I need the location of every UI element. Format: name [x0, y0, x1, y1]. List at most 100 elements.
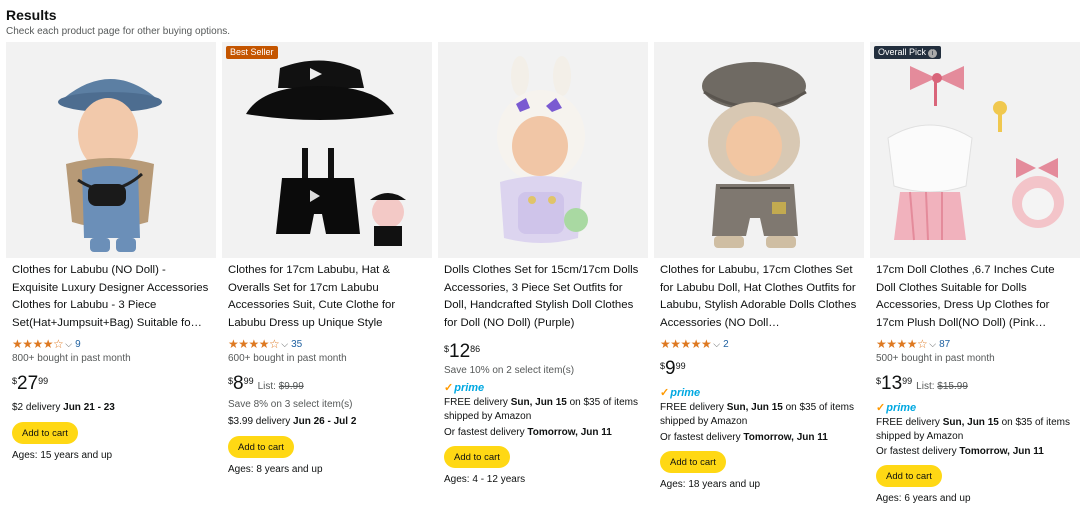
add-to-cart-button[interactable]: Add to cart — [660, 451, 726, 473]
age-range: Ages: 18 years and up — [660, 479, 761, 490]
fastest-date: Tomorrow, Jun 11 — [527, 427, 612, 438]
rating[interactable]: ★★★★☆ ⌵ 35 — [228, 337, 302, 351]
price[interactable]: $ 13 99 List: $15.99 — [876, 374, 968, 394]
free-delivery-date: Sun, Jun 15 — [510, 397, 567, 408]
price[interactable]: $ 9 99 — [660, 359, 686, 379]
add-to-cart-button[interactable]: Add to cart — [444, 446, 510, 468]
product-image[interactable] — [6, 42, 216, 258]
chevron-down-icon[interactable]: ⌵ — [281, 339, 288, 350]
fastest-date: Tomorrow, Jun 11 — [743, 432, 828, 443]
price-fraction: 99 — [675, 361, 686, 371]
rating-count[interactable]: 87 — [939, 339, 950, 350]
results-subtitle: Check each product page for other buying… — [6, 26, 231, 37]
price[interactable]: $ 27 99 — [12, 374, 48, 394]
product-card: Best Seller Clothes for 17cm Labubu, Hat… — [222, 42, 432, 520]
prime-badge: ✓prime — [876, 401, 916, 414]
chevron-down-icon[interactable]: ⌵ — [65, 339, 72, 350]
delivery-info: $2 delivery Jun 21 - 23 — [12, 401, 216, 415]
prime-check-icon: ✓ — [876, 402, 886, 414]
rating-count[interactable]: 2 — [723, 339, 729, 350]
star-icon: ★★★★☆ — [228, 337, 280, 351]
prime-label: prime — [454, 382, 485, 394]
list-label: List: — [916, 381, 938, 392]
price-fraction: 99 — [38, 376, 49, 386]
delivery-date: Jun 26 - Jul 2 — [293, 416, 357, 427]
product-image[interactable] — [438, 42, 648, 258]
prime-badge: ✓prime — [444, 381, 484, 394]
free-delivery-prefix: FREE delivery — [876, 417, 943, 428]
add-to-cart-button[interactable]: Add to cart — [228, 436, 294, 458]
bought-count: 800+ bought in past month — [12, 353, 131, 364]
star-icon: ★★★★★ — [660, 337, 712, 351]
bought-count: 500+ bought in past month — [876, 353, 995, 364]
add-to-cart-button[interactable]: Add to cart — [876, 465, 942, 487]
free-delivery-prefix: FREE delivery — [660, 402, 727, 413]
product-card: Dolls Clothes Set for 15cm/17cm Dolls Ac… — [438, 42, 648, 520]
price[interactable]: $ 12 86 — [444, 342, 480, 362]
bought-count: 600+ bought in past month — [228, 353, 347, 364]
list-label: List: — [257, 381, 279, 392]
product-title[interactable]: Clothes for Labubu, 17cm Clothes Set for… — [660, 262, 860, 333]
price-whole: 12 — [449, 341, 471, 362]
star-icon: ★★★★☆ — [12, 337, 64, 351]
product-card: Clothes for Labubu (NO Doll) - Exquisite… — [6, 42, 216, 520]
add-to-cart-button[interactable]: Add to cart — [12, 422, 78, 444]
fastest-prefix: Or fastest delivery — [660, 432, 744, 443]
info-icon[interactable]: i — [928, 49, 938, 58]
price[interactable]: $ 8 99 List: $9.99 — [228, 374, 304, 394]
product-title[interactable]: Clothes for Labubu (NO Doll) - Exquisite… — [12, 262, 212, 333]
rating-count[interactable]: 35 — [291, 339, 302, 350]
age-range: Ages: 6 years and up — [876, 493, 971, 504]
product-card: Overall Pick i 17cm Doll Clothes ,6.7 Inc… — [870, 42, 1080, 520]
results-header: Results Check each product page for othe… — [6, 6, 230, 37]
prime-label: prime — [670, 387, 701, 399]
age-range: Ages: 8 years and up — [228, 464, 323, 475]
price-fraction: 99 — [243, 376, 254, 386]
save-text: Save 8% on 3 select item(s) — [228, 399, 353, 410]
price-fraction: 99 — [902, 376, 913, 386]
age-range: Ages: 15 years and up — [12, 450, 113, 461]
fastest-date: Tomorrow, Jun 11 — [959, 446, 1044, 457]
rating-count[interactable]: 9 — [75, 339, 81, 350]
delivery-prefix: $2 delivery — [12, 402, 64, 413]
fastest-delivery-info: Or fastest delivery Tomorrow, Jun 11 — [876, 445, 1080, 459]
prime-label: prime — [886, 402, 917, 414]
free-delivery-date: Sun, Jun 15 — [942, 417, 999, 428]
prime-check-icon: ✓ — [660, 387, 670, 399]
free-delivery-prefix: FREE delivery — [444, 397, 511, 408]
free-delivery-date: Sun, Jun 15 — [726, 402, 783, 413]
best-seller-badge: Best Seller — [226, 46, 278, 59]
rating[interactable]: ★★★★☆ ⌵ 9 — [12, 337, 81, 351]
product-card: Clothes for Labubu, 17cm Clothes Set for… — [654, 42, 864, 520]
product-image[interactable] — [654, 42, 864, 258]
chevron-down-icon[interactable]: ⌵ — [713, 339, 720, 350]
free-delivery-info: FREE delivery Sun, Jun 15 on $35 of item… — [444, 396, 648, 424]
product-title[interactable]: 17cm Doll Clothes ,6.7 Inches Cute Doll … — [876, 262, 1076, 333]
product-title[interactable]: Clothes for 17cm Labubu, Hat & Overalls … — [228, 262, 428, 333]
list-price-value: $15.99 — [937, 381, 968, 392]
overall-pick-badge: Overall Pick i — [874, 46, 942, 59]
price-whole: 8 — [233, 373, 244, 394]
product-image[interactable] — [870, 42, 1080, 258]
price-fraction: 86 — [470, 344, 481, 354]
rating[interactable]: ★★★★★ ⌵ 2 — [660, 337, 729, 351]
delivery-info: $3.99 delivery Jun 26 - Jul 2 — [228, 415, 432, 429]
delivery-prefix: $3.99 delivery — [228, 416, 294, 427]
rating[interactable]: ★★★★☆ ⌵ 87 — [876, 337, 950, 351]
price-whole: 9 — [665, 358, 676, 379]
prime-badge: ✓prime — [660, 386, 700, 399]
age-range: Ages: 4 - 12 years — [444, 474, 526, 485]
results-title: Results — [6, 7, 57, 23]
star-icon: ★★★★☆ — [876, 337, 928, 351]
free-delivery-info: FREE delivery Sun, Jun 15 on $35 of item… — [876, 416, 1080, 444]
product-image[interactable] — [222, 42, 432, 258]
free-delivery-info: FREE delivery Sun, Jun 15 on $35 of item… — [660, 401, 864, 429]
price-whole: 13 — [881, 373, 903, 394]
fastest-delivery-info: Or fastest delivery Tomorrow, Jun 11 — [444, 426, 648, 440]
list-price: List: $15.99 — [916, 381, 968, 392]
list-price: List: $9.99 — [258, 381, 304, 392]
product-title[interactable]: Dolls Clothes Set for 15cm/17cm Dolls Ac… — [444, 262, 644, 333]
chevron-down-icon[interactable]: ⌵ — [929, 339, 936, 350]
save-text: Save 10% on 2 select item(s) — [444, 365, 575, 376]
price-whole: 27 — [17, 373, 39, 394]
